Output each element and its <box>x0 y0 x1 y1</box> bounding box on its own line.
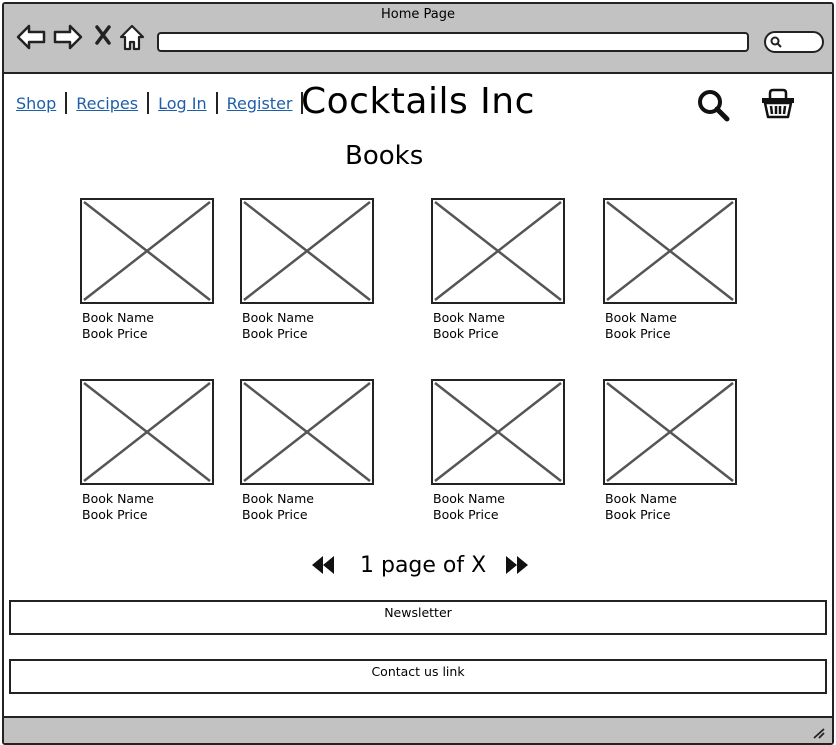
home-icon[interactable] <box>119 24 145 52</box>
resize-grip-icon[interactable] <box>812 727 826 739</box>
book-cover-image <box>80 379 214 485</box>
contact-us-link[interactable]: Contact us link <box>9 659 827 694</box>
newsletter-bar[interactable]: Newsletter <box>9 600 827 635</box>
nav-divider <box>65 92 68 114</box>
book-name: Book Name <box>433 491 505 506</box>
book-cover-image <box>80 198 214 304</box>
book-price: Book Price <box>82 326 148 341</box>
book-name: Book Name <box>82 310 154 325</box>
image-placeholder-icon <box>83 382 211 482</box>
book-cover-image <box>240 198 374 304</box>
image-placeholder-icon <box>606 382 734 482</box>
forward-arrow-icon[interactable] <box>53 24 83 50</box>
image-placeholder-icon <box>243 382 371 482</box>
book-price: Book Price <box>242 507 308 522</box>
search-icon <box>770 36 782 48</box>
page-indicator: 1 page of X <box>360 552 487 578</box>
book-name: Book Name <box>242 310 314 325</box>
book-price: Book Price <box>433 507 499 522</box>
nav-divider <box>215 92 218 114</box>
image-placeholder-icon <box>243 201 371 301</box>
image-placeholder-icon <box>434 382 562 482</box>
book-cover-image <box>240 379 374 485</box>
book-price: Book Price <box>242 326 308 341</box>
book-card[interactable]: Book Name Book Price <box>431 198 567 342</box>
book-cover-image <box>431 379 565 485</box>
book-price: Book Price <box>433 326 499 341</box>
nav-link-login[interactable]: Log In <box>158 94 207 113</box>
book-cover-image <box>603 379 737 485</box>
book-card[interactable]: Book Name Book Price <box>80 379 216 523</box>
book-name: Book Name <box>242 491 314 506</box>
image-placeholder-icon <box>83 201 211 301</box>
book-price: Book Price <box>605 326 671 341</box>
book-price: Book Price <box>605 507 671 522</box>
book-name: Book Name <box>605 310 677 325</box>
browser-statusbar <box>4 716 832 743</box>
book-card[interactable]: Book Name Book Price <box>603 379 739 523</box>
address-bar[interactable] <box>157 32 749 52</box>
book-cover-image <box>603 198 737 304</box>
book-cover-image <box>431 198 565 304</box>
image-placeholder-icon <box>434 201 562 301</box>
search-icon[interactable] <box>696 88 730 122</box>
fast-forward-icon[interactable] <box>504 553 530 577</box>
nav-divider <box>147 92 150 114</box>
book-card[interactable]: Book Name Book Price <box>240 198 376 342</box>
nav-link-recipes[interactable]: Recipes <box>76 94 138 113</box>
page-heading: Books <box>345 141 424 171</box>
book-name: Book Name <box>82 491 154 506</box>
site-logo[interactable]: Cocktails Inc <box>301 81 535 122</box>
rewind-icon[interactable] <box>310 553 336 577</box>
main-nav: Shop Recipes Log In Register <box>16 92 312 114</box>
pagination: 1 page of X <box>310 548 530 582</box>
book-name: Book Name <box>433 310 505 325</box>
window-title: Home Page <box>381 7 455 22</box>
book-card[interactable]: Book Name Book Price <box>240 379 376 523</box>
nav-link-register[interactable]: Register <box>227 94 293 113</box>
back-arrow-icon[interactable] <box>16 24 46 50</box>
nav-link-shop[interactable]: Shop <box>16 94 56 113</box>
book-price: Book Price <box>82 507 148 522</box>
book-card[interactable]: Book Name Book Price <box>80 198 216 342</box>
book-card[interactable]: Book Name Book Price <box>603 198 739 342</box>
close-icon[interactable] <box>94 24 112 46</box>
image-placeholder-icon <box>606 201 734 301</box>
book-name: Book Name <box>605 491 677 506</box>
browser-search-field[interactable] <box>764 31 824 53</box>
basket-icon[interactable] <box>760 88 796 120</box>
book-card[interactable]: Book Name Book Price <box>431 379 567 523</box>
